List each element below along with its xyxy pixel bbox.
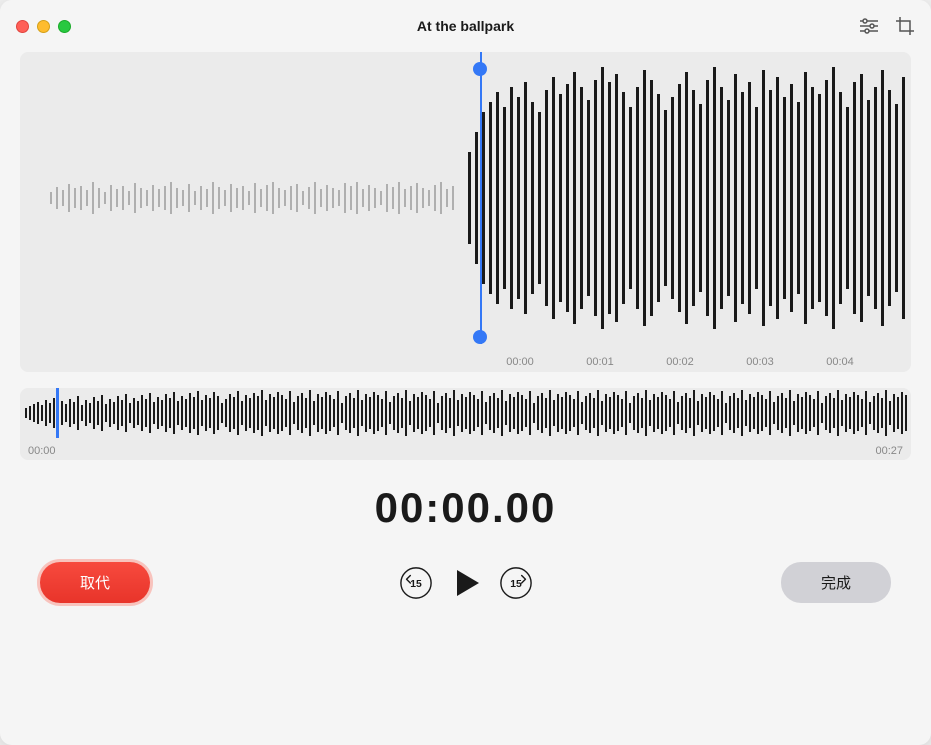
filter-icon[interactable]	[859, 16, 879, 36]
titlebar-actions	[859, 16, 915, 36]
overview-playhead	[56, 388, 59, 438]
app-window: At the ballpark	[0, 0, 931, 745]
controls: 取代 15 15	[20, 562, 911, 603]
replace-button[interactable]: 取代	[40, 562, 150, 603]
playhead-line	[480, 52, 482, 344]
play-icon	[457, 570, 479, 596]
time-label-0: 00:00	[480, 356, 560, 368]
window-title: At the ballpark	[417, 18, 514, 34]
traffic-lights	[16, 20, 71, 33]
close-button[interactable]	[16, 20, 29, 33]
waveform-detail-svg	[20, 52, 911, 344]
done-button[interactable]: 完成	[781, 562, 891, 603]
play-button[interactable]	[453, 570, 479, 596]
playhead-top-dot	[473, 62, 487, 76]
time-label-1: 00:01	[560, 356, 640, 368]
forward-icon: 15	[499, 566, 533, 600]
waveform-detail[interactable]: 00:00 00:01 00:02 00:03 00:04	[20, 52, 911, 372]
center-controls: 15 15	[399, 566, 533, 600]
playhead-bottom-dot	[473, 330, 487, 344]
rewind-button[interactable]: 15	[399, 566, 433, 600]
overview-start-time: 00:00	[28, 445, 56, 457]
svg-text:15: 15	[510, 578, 522, 589]
main-content: 00:00 00:01 00:02 00:03 00:04	[0, 52, 931, 745]
time-label-3: 00:03	[720, 356, 800, 368]
minimize-button[interactable]	[37, 20, 50, 33]
rewind-icon: 15	[399, 566, 433, 600]
time-labels: 00:00 00:01 00:02 00:03 00:04	[20, 356, 911, 368]
overview-waveform-svg	[20, 388, 911, 438]
time-label-2: 00:02	[640, 356, 720, 368]
svg-text:15: 15	[410, 578, 422, 589]
overview-time-labels: 00:00 00:27	[20, 443, 911, 457]
forward-button[interactable]: 15	[499, 566, 533, 600]
crop-icon[interactable]	[895, 16, 915, 36]
waveform-overview[interactable]: 00:00 00:27	[20, 388, 911, 460]
maximize-button[interactable]	[58, 20, 71, 33]
timer-display: 00:00.00	[20, 484, 911, 532]
titlebar: At the ballpark	[0, 0, 931, 52]
overview-end-time: 00:27	[875, 445, 903, 457]
time-label-4: 00:04	[800, 356, 880, 368]
